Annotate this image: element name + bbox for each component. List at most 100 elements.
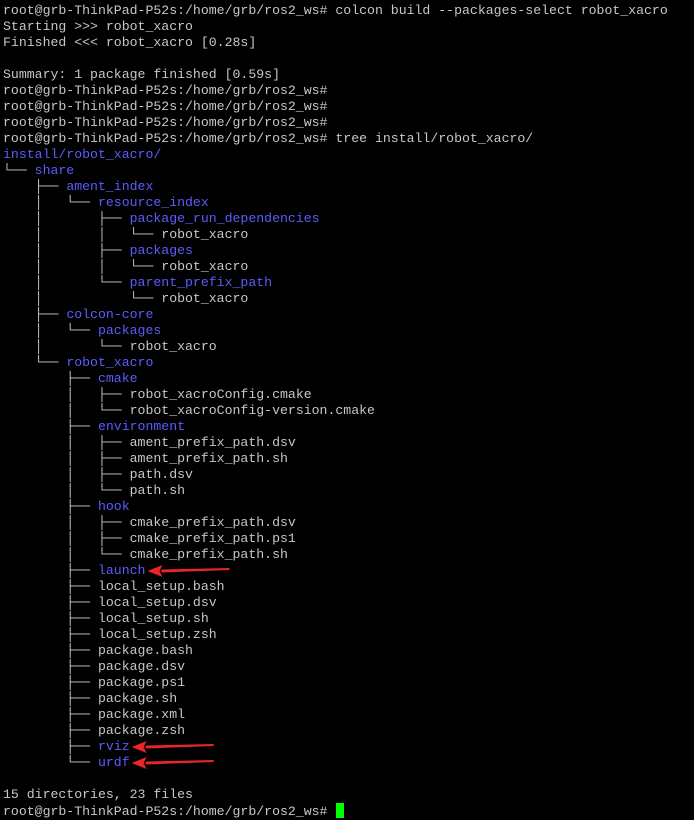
tree-file: cmake_prefix_path.sh xyxy=(129,547,288,562)
tree-branch: ├── xyxy=(3,595,98,610)
tree-line: │ ├── package_run_dependencies xyxy=(3,211,320,227)
tree-file: robot_xacro xyxy=(161,259,249,274)
prompt-text: root@grb-ThinkPad-P52s:/home/grb/ros2_ws… xyxy=(3,131,534,146)
tree-file: robot_xacro xyxy=(161,227,249,242)
output-text: 15 directories, 23 files xyxy=(3,787,193,802)
prompt-text: root@grb-ThinkPad-P52s:/home/grb/ros2_ws… xyxy=(3,804,336,819)
tree-directory: resource_index xyxy=(97,195,209,210)
tree-branch: │ └── xyxy=(3,291,162,306)
prompt-line: root@grb-ThinkPad-P52s:/home/grb/ros2_ws… xyxy=(3,3,668,19)
tree-file: local_setup.sh xyxy=(97,611,209,626)
tree-line: │ ├── path.dsv xyxy=(3,467,193,483)
tree-branch: ├── xyxy=(3,675,98,690)
tree-line: └── share xyxy=(3,163,74,179)
tree-line: │ ├── cmake_prefix_path.dsv xyxy=(3,515,296,531)
tree-line: │ ├── robot_xacroConfig.cmake xyxy=(3,387,311,403)
tree-line: └── robot_xacro xyxy=(3,355,154,371)
tree-line: │ │ └── robot_xacro xyxy=(3,259,249,275)
tree-branch: │ ├── xyxy=(3,467,130,482)
tree-line: │ ├── packages xyxy=(3,243,193,259)
tree-line: ├── package.dsv xyxy=(3,659,185,675)
tree-file: package.dsv xyxy=(97,659,186,674)
tree-file: cmake_prefix_path.ps1 xyxy=(129,531,296,546)
tree-directory: robot_xacro xyxy=(66,355,154,370)
tree-branch: └── xyxy=(3,355,67,370)
output-text: Summary: 1 package finished [0.59s] xyxy=(3,67,280,82)
tree-branch: ├── xyxy=(3,739,98,754)
tree-line: │ └── parent_prefix_path xyxy=(3,275,272,291)
tree-directory: urdf xyxy=(97,755,130,770)
tree-branch: ├── xyxy=(3,499,98,514)
tree-file: local_setup.bash xyxy=(97,579,225,594)
tree-line: ├── local_setup.bash xyxy=(3,579,225,595)
prompt-text: root@grb-ThinkPad-P52s:/home/grb/ros2_ws… xyxy=(3,115,328,130)
tree-file: path.dsv xyxy=(129,467,193,482)
tree-directory: colcon-core xyxy=(66,307,154,322)
tree-line: │ └── robot_xacro xyxy=(3,339,217,355)
tree-branch: │ ├── xyxy=(3,211,130,226)
tree-branch: │ └── xyxy=(3,547,130,562)
output-line: Starting >>> robot_xacro xyxy=(3,19,193,35)
tree-branch: ├── xyxy=(3,723,98,738)
tree-branch: │ ├── xyxy=(3,435,130,450)
tree-branch: │ │ └── xyxy=(3,227,162,242)
tree-branch: └── xyxy=(3,163,35,178)
tree-branch: └── xyxy=(3,755,98,770)
tree-line: │ ├── ament_prefix_path.sh xyxy=(3,451,288,467)
prompt-text: root@grb-ThinkPad-P52s:/home/grb/ros2_ws… xyxy=(3,83,328,98)
cursor[interactable] xyxy=(336,803,345,818)
terminal-window[interactable]: root@grb-ThinkPad-P52s:/home/grb/ros2_ws… xyxy=(0,0,694,820)
tree-line: │ ├── cmake_prefix_path.ps1 xyxy=(3,531,296,547)
tree-directory: install/robot_xacro/ xyxy=(3,147,162,162)
tree-line: ├── local_setup.sh xyxy=(3,611,209,627)
tree-line: ├── package.xml xyxy=(3,707,185,723)
output-line: Summary: 1 package finished [0.59s] xyxy=(3,67,280,83)
tree-file: package.xml xyxy=(97,707,186,722)
tree-branch: ├── xyxy=(3,611,98,626)
tree-branch: ├── xyxy=(3,659,98,674)
tree-directory: parent_prefix_path xyxy=(129,275,273,290)
tree-branch: ├── xyxy=(3,691,98,706)
tree-branch: │ ├── xyxy=(3,515,130,530)
tree-branch: ├── xyxy=(3,179,67,194)
output-text: Finished <<< robot_xacro [0.28s] xyxy=(3,35,257,50)
prompt-text: root@grb-ThinkPad-P52s:/home/grb/ros2_ws… xyxy=(3,99,328,114)
prompt-line: root@grb-ThinkPad-P52s:/home/grb/ros2_ws… xyxy=(3,115,327,131)
prompt-text: root@grb-ThinkPad-P52s:/home/grb/ros2_ws… xyxy=(3,3,668,18)
tree-line: │ └── robot_xacroConfig-version.cmake xyxy=(3,403,375,419)
tree-line: ├── ament_index xyxy=(3,179,154,195)
tree-file: ament_prefix_path.sh xyxy=(129,451,288,466)
tree-file: robot_xacro xyxy=(161,291,249,306)
tree-line: ├── environment xyxy=(3,419,185,435)
tree-line: │ └── cmake_prefix_path.sh xyxy=(3,547,288,563)
tree-branch: ├── xyxy=(3,579,98,594)
tree-branch: ├── xyxy=(3,371,98,386)
tree-line: ├── local_setup.zsh xyxy=(3,627,217,643)
output-line: 15 directories, 23 files xyxy=(3,787,193,803)
tree-file: local_setup.dsv xyxy=(97,595,217,610)
tree-file: package.zsh xyxy=(97,723,186,738)
prompt-line: root@grb-ThinkPad-P52s:/home/grb/ros2_ws… xyxy=(3,803,345,819)
tree-line: ├── package.zsh xyxy=(3,723,185,739)
tree-line: │ │ └── robot_xacro xyxy=(3,227,249,243)
tree-directory: hook xyxy=(97,499,130,514)
tree-line: ├── colcon-core xyxy=(3,307,154,323)
tree-line: └── urdf xyxy=(3,755,130,771)
tree-branch: │ └── xyxy=(3,483,130,498)
tree-file: ament_prefix_path.dsv xyxy=(129,435,296,450)
prompt-line: root@grb-ThinkPad-P52s:/home/grb/ros2_ws… xyxy=(3,131,533,147)
tree-branch: │ │ └── xyxy=(3,259,162,274)
tree-file: local_setup.zsh xyxy=(97,627,217,642)
tree-directory: environment xyxy=(97,419,186,434)
tree-branch: │ ├── xyxy=(3,387,130,402)
tree-line: ├── cmake xyxy=(3,371,138,387)
tree-file: robot_xacroConfig-version.cmake xyxy=(129,403,375,418)
tree-branch: │ └── xyxy=(3,275,130,290)
tree-line: │ └── path.sh xyxy=(3,483,185,499)
tree-directory: packages xyxy=(129,243,193,258)
tree-directory: cmake xyxy=(97,371,138,386)
tree-line: │ ├── ament_prefix_path.dsv xyxy=(3,435,296,451)
tree-directory: packages xyxy=(97,323,162,338)
tree-directory: rviz xyxy=(97,739,130,754)
tree-line: install/robot_xacro/ xyxy=(3,147,161,163)
